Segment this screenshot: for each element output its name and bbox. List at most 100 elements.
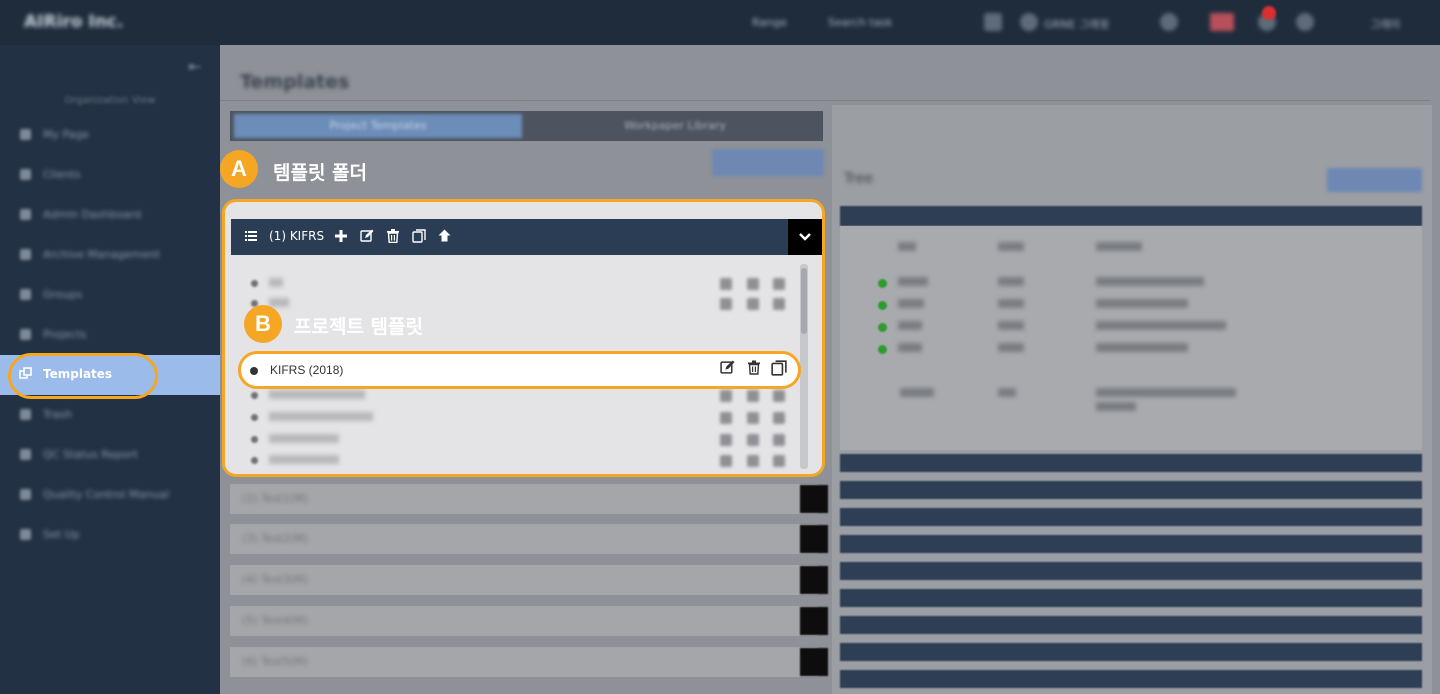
- edit-icon[interactable]: [720, 278, 732, 290]
- sidebar-item-archive-management[interactable]: Archive Management: [0, 235, 220, 275]
- list-icon[interactable]: [245, 228, 257, 246]
- add-template-icon[interactable]: [335, 228, 347, 246]
- edit-icon[interactable]: [720, 412, 732, 424]
- create-folder-button[interactable]: [712, 149, 824, 176]
- dashboard-icon: [20, 209, 31, 220]
- delete-icon[interactable]: [747, 390, 759, 402]
- flag-icon[interactable]: [1210, 13, 1234, 31]
- arrow-up-icon[interactable]: [438, 228, 451, 246]
- tab-workpaper-library[interactable]: Workpaper Library: [530, 111, 820, 141]
- edit-icon[interactable]: [720, 298, 732, 310]
- folder-expand-button[interactable]: [800, 525, 828, 553]
- sidebar-item-label: Groups: [43, 288, 83, 301]
- report-icon: [20, 449, 31, 460]
- folder-row[interactable]: (6) Test5(M): [230, 647, 828, 677]
- tree-group-bar[interactable]: [840, 616, 1422, 634]
- sidebar-item-my-page[interactable]: My Page: [0, 115, 220, 155]
- panel-action-button[interactable]: [1327, 168, 1422, 192]
- archive-icon: [20, 249, 31, 260]
- tree-group-bar[interactable]: [840, 481, 1422, 499]
- help-icon[interactable]: [1296, 13, 1314, 31]
- template-row[interactable]: [245, 386, 795, 406]
- template-row[interactable]: [245, 274, 795, 294]
- sidebar-item-clients[interactable]: Clients: [0, 155, 220, 195]
- table-row[interactable]: [840, 273, 1422, 293]
- tab-project-templates[interactable]: Project Templates: [234, 114, 522, 138]
- tree-group-bar[interactable]: [840, 454, 1422, 472]
- scrollbar-thumb[interactable]: [801, 268, 807, 334]
- delete-icon[interactable]: [747, 434, 759, 446]
- delete-icon[interactable]: [747, 298, 759, 310]
- tree-group-bar[interactable]: [840, 508, 1422, 526]
- folder-row[interactable]: (2) Test1(M): [230, 484, 828, 514]
- org-avatar[interactable]: [1020, 13, 1038, 31]
- groups-icon: [20, 289, 31, 300]
- table-row[interactable]: [840, 339, 1422, 359]
- edit-icon[interactable]: [720, 390, 732, 402]
- top-bar: AIRiro Inc. Range Search task GRNE 그래윗 그…: [0, 0, 1440, 45]
- sidebar-item-label: Quality Control Manual: [43, 488, 170, 501]
- tree-group-bar[interactable]: [840, 643, 1422, 661]
- duplicate-icon[interactable]: [773, 412, 785, 424]
- tree-group-bar[interactable]: [840, 562, 1422, 580]
- template-row[interactable]: [245, 430, 795, 450]
- delete-icon[interactable]: [747, 278, 759, 290]
- edit-icon[interactable]: [720, 434, 732, 446]
- projects-icon: [20, 329, 31, 340]
- folder-row[interactable]: (3) Test2(M): [230, 524, 828, 554]
- template-label: KIFRS (2018): [270, 363, 344, 377]
- notification-icon[interactable]: [1160, 13, 1178, 31]
- duplicate-icon[interactable]: [771, 360, 787, 380]
- table-row[interactable]: [840, 317, 1422, 337]
- search-input[interactable]: Search task: [828, 16, 892, 29]
- folder-expand-button[interactable]: [800, 648, 828, 676]
- notification-badge: [1262, 6, 1276, 20]
- sidebar-item-trash[interactable]: Trash: [0, 395, 220, 435]
- folder-expand-button[interactable]: [800, 566, 828, 594]
- template-row[interactable]: [245, 451, 795, 471]
- sidebar-item-label: My Page: [43, 128, 90, 141]
- duplicate-icon[interactable]: [412, 228, 426, 247]
- folder-expand-button[interactable]: [800, 485, 828, 513]
- folder-row[interactable]: (5) Test4(M): [230, 606, 828, 636]
- duplicate-icon[interactable]: [773, 298, 785, 310]
- edit-icon[interactable]: [360, 228, 374, 247]
- edit-icon[interactable]: [720, 455, 732, 467]
- delete-icon[interactable]: [747, 412, 759, 424]
- template-row[interactable]: [245, 294, 795, 314]
- sidebar-item-projects[interactable]: Projects: [0, 315, 220, 355]
- search-icon[interactable]: [984, 13, 1002, 31]
- folder-row[interactable]: (4) Test3(M): [230, 565, 828, 595]
- duplicate-icon[interactable]: [773, 434, 785, 446]
- template-row-kifrs-2018[interactable]: KIFRS (2018): [238, 351, 801, 389]
- delete-icon[interactable]: [747, 455, 759, 467]
- chevron-down-icon[interactable]: [788, 219, 822, 255]
- table-row: [840, 238, 1422, 258]
- sidebar-collapse-icon[interactable]: ⇤: [188, 57, 201, 76]
- search-range-label[interactable]: Range: [752, 16, 787, 29]
- sidebar-item-admin-dashboard[interactable]: Admin Dashboard: [0, 195, 220, 235]
- folder-title: (5) Test4(M): [242, 614, 308, 627]
- duplicate-icon[interactable]: [773, 390, 785, 402]
- edit-icon[interactable]: [720, 360, 735, 379]
- tree-title: Tree: [844, 171, 874, 187]
- delete-icon[interactable]: [748, 360, 760, 379]
- table-row[interactable]: [840, 295, 1422, 315]
- user-menu[interactable]: 그래미: [1370, 16, 1400, 32]
- sidebar-item-label: Admin Dashboard: [43, 208, 142, 221]
- delete-icon[interactable]: [387, 228, 399, 247]
- folder-header[interactable]: (1) KIFRS: [231, 219, 822, 255]
- tree-group-bar[interactable]: [840, 535, 1422, 553]
- duplicate-icon[interactable]: [773, 455, 785, 467]
- sidebar-item-label: QC Status Report: [43, 448, 138, 461]
- sidebar-item-quality-control-manual[interactable]: Quality Control Manual: [0, 475, 220, 515]
- sidebar-item-set-up[interactable]: Set Up: [0, 515, 220, 555]
- tree-group-bar[interactable]: [840, 589, 1422, 607]
- sidebar-item-groups[interactable]: Groups: [0, 275, 220, 315]
- user-org-label[interactable]: GRNE 그래윗: [1044, 16, 1109, 32]
- duplicate-icon[interactable]: [773, 278, 785, 290]
- sidebar-item-qc-status-report[interactable]: QC Status Report: [0, 435, 220, 475]
- template-row[interactable]: [245, 408, 795, 428]
- tree-group-bar[interactable]: [840, 670, 1422, 688]
- folder-expand-button[interactable]: [800, 607, 828, 635]
